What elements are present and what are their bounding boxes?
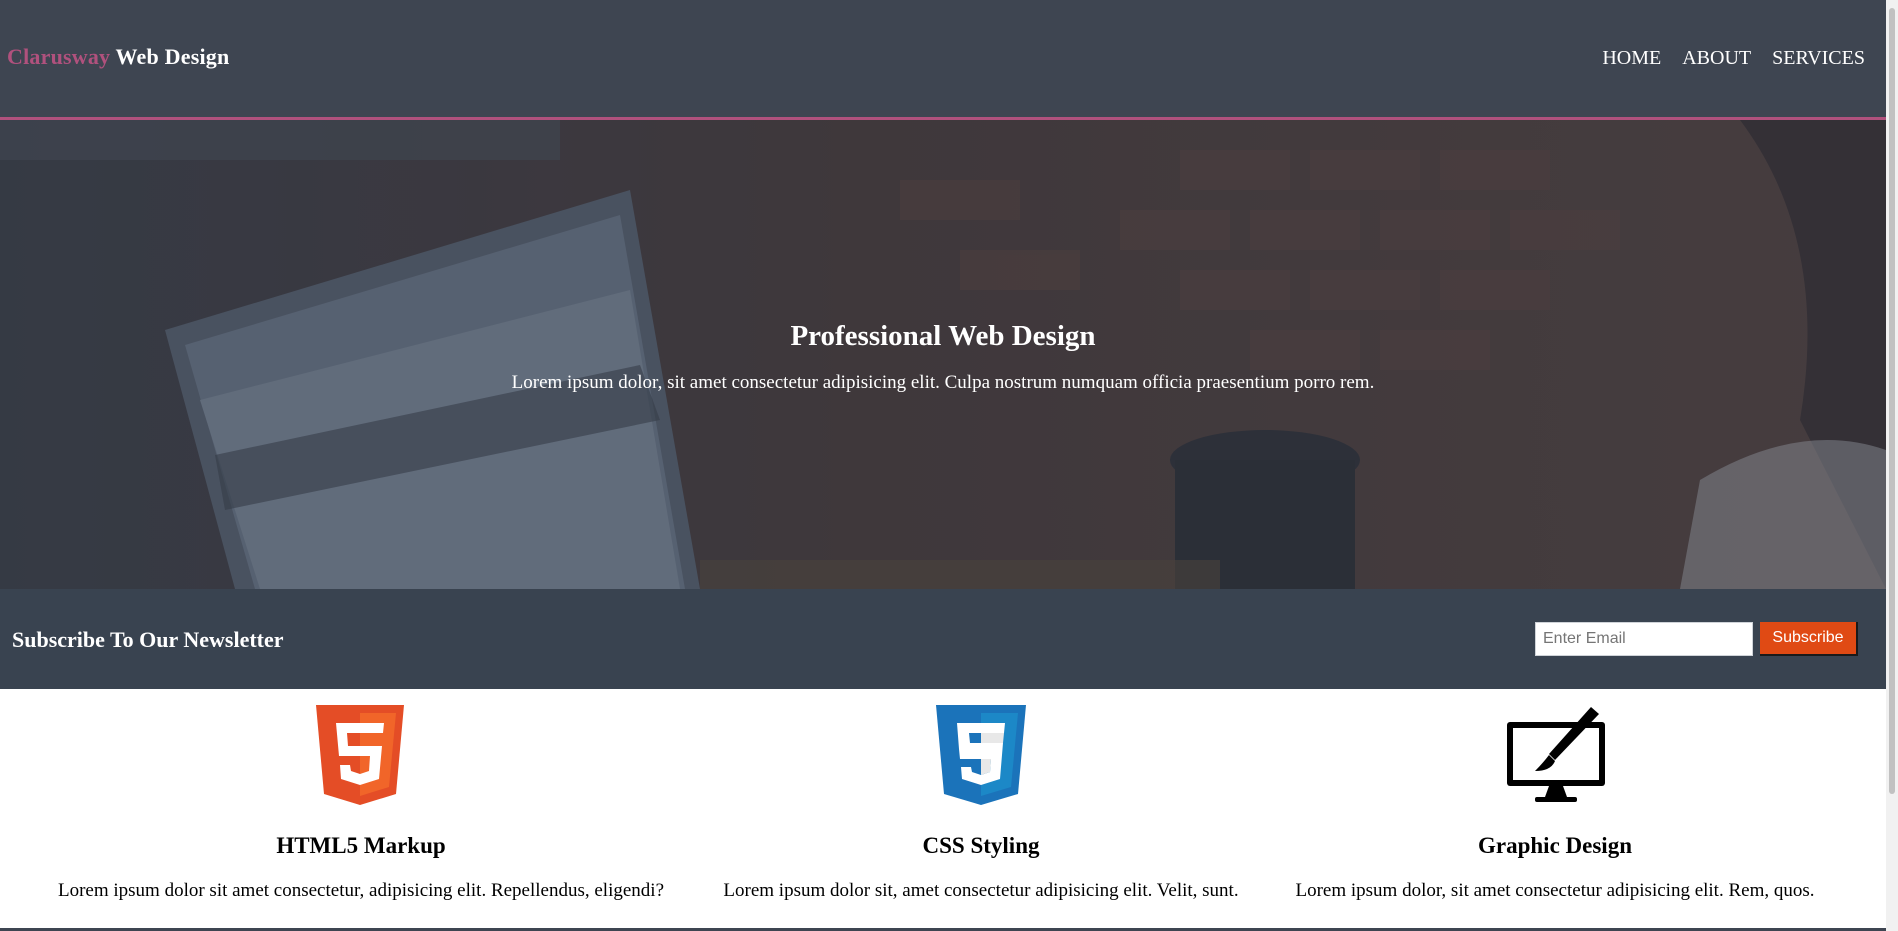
site-header: Clarusway Web Design HOME ABOUT SERVICES (0, 0, 1886, 120)
feature-description: Lorem ipsum dolor sit amet consectetur, … (0, 880, 722, 902)
hero-section: Professional Web Design Lorem ipsum dolo… (0, 120, 1886, 589)
feature-title-text: Graphic Design (1478, 833, 1632, 858)
css3-icon (936, 705, 1026, 805)
feature-description-text: Lorem ipsum dolor, sit amet consectetur … (1295, 880, 1815, 901)
brand-rest: Web Design (110, 44, 230, 69)
subscribe-button[interactable]: Subscribe (1760, 622, 1858, 656)
feature-title: HTML5 Markup (0, 833, 722, 859)
hero-title: Professional Web Design (790, 320, 1096, 352)
brand-logo[interactable]: Clarusway Web Design (7, 44, 229, 70)
brand-accent: Clarusway (7, 44, 111, 69)
page-scrollbar[interactable] (1886, 0, 1898, 931)
feature-description: Lorem ipsum dolor sit, amet consectetur … (700, 880, 1262, 902)
feature-title-text: HTML5 Markup (276, 833, 446, 858)
scrollbar-thumb[interactable] (1889, 8, 1895, 794)
hero-subtitle: Lorem ipsum dolor, sit amet consectetur … (511, 372, 1375, 393)
feature-title: Graphic Design (1262, 833, 1848, 859)
hero-background-image (0, 120, 1886, 589)
feature-description-text: Lorem ipsum dolor sit amet consectetur, … (57, 880, 665, 901)
main-nav: HOME ABOUT SERVICES (1602, 47, 1865, 70)
email-input[interactable] (1535, 622, 1753, 656)
nav-services-link[interactable]: SERVICES (1772, 47, 1865, 70)
feature-description: Lorem ipsum dolor, sit amet consectetur … (1262, 880, 1848, 902)
graphic-design-icon (1507, 707, 1605, 802)
html5-icon (316, 705, 404, 805)
nav-about-link[interactable]: ABOUT (1682, 47, 1751, 70)
feature-title-text: CSS Styling (922, 833, 1040, 858)
feature-title: CSS Styling (700, 833, 1262, 859)
nav-home-link[interactable]: HOME (1602, 47, 1661, 70)
feature-description-text: Lorem ipsum dolor sit, amet consectetur … (723, 880, 1239, 901)
newsletter-heading: Subscribe To Our Newsletter (12, 627, 284, 652)
